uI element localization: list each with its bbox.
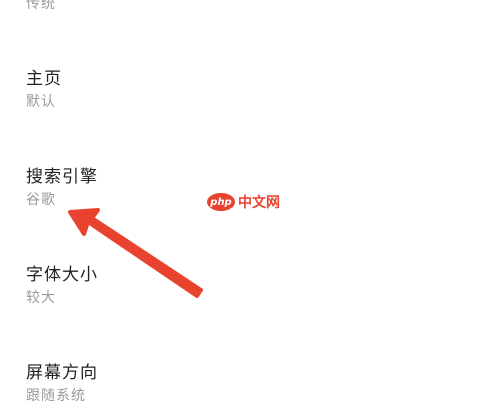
- setting-value: 传统: [26, 0, 56, 12]
- setting-title: 主页: [26, 69, 62, 89]
- setting-item-search-engine[interactable]: 搜索引擎 谷歌: [26, 166, 466, 210]
- setting-title: 屏幕方向: [26, 363, 98, 383]
- settings-screen: 传统 主页 默认 搜索引擎 谷歌 字体大小 较大 屏幕方向 跟随系统 php 中…: [0, 0, 495, 403]
- setting-item-font-size[interactable]: 字体大小 较大: [26, 264, 466, 308]
- setting-item-homepage[interactable]: 主页 默认: [26, 68, 466, 112]
- setting-item-top-partial[interactable]: 传统: [26, 0, 466, 14]
- setting-item-screen-orientation[interactable]: 屏幕方向 跟随系统: [26, 362, 466, 403]
- setting-title: 字体大小: [26, 265, 98, 285]
- setting-value: 谷歌: [26, 192, 56, 208]
- setting-title: 搜索引擎: [26, 167, 98, 187]
- setting-value: 跟随系统: [26, 388, 86, 403]
- setting-value: 默认: [26, 94, 56, 110]
- setting-value: 较大: [26, 290, 56, 306]
